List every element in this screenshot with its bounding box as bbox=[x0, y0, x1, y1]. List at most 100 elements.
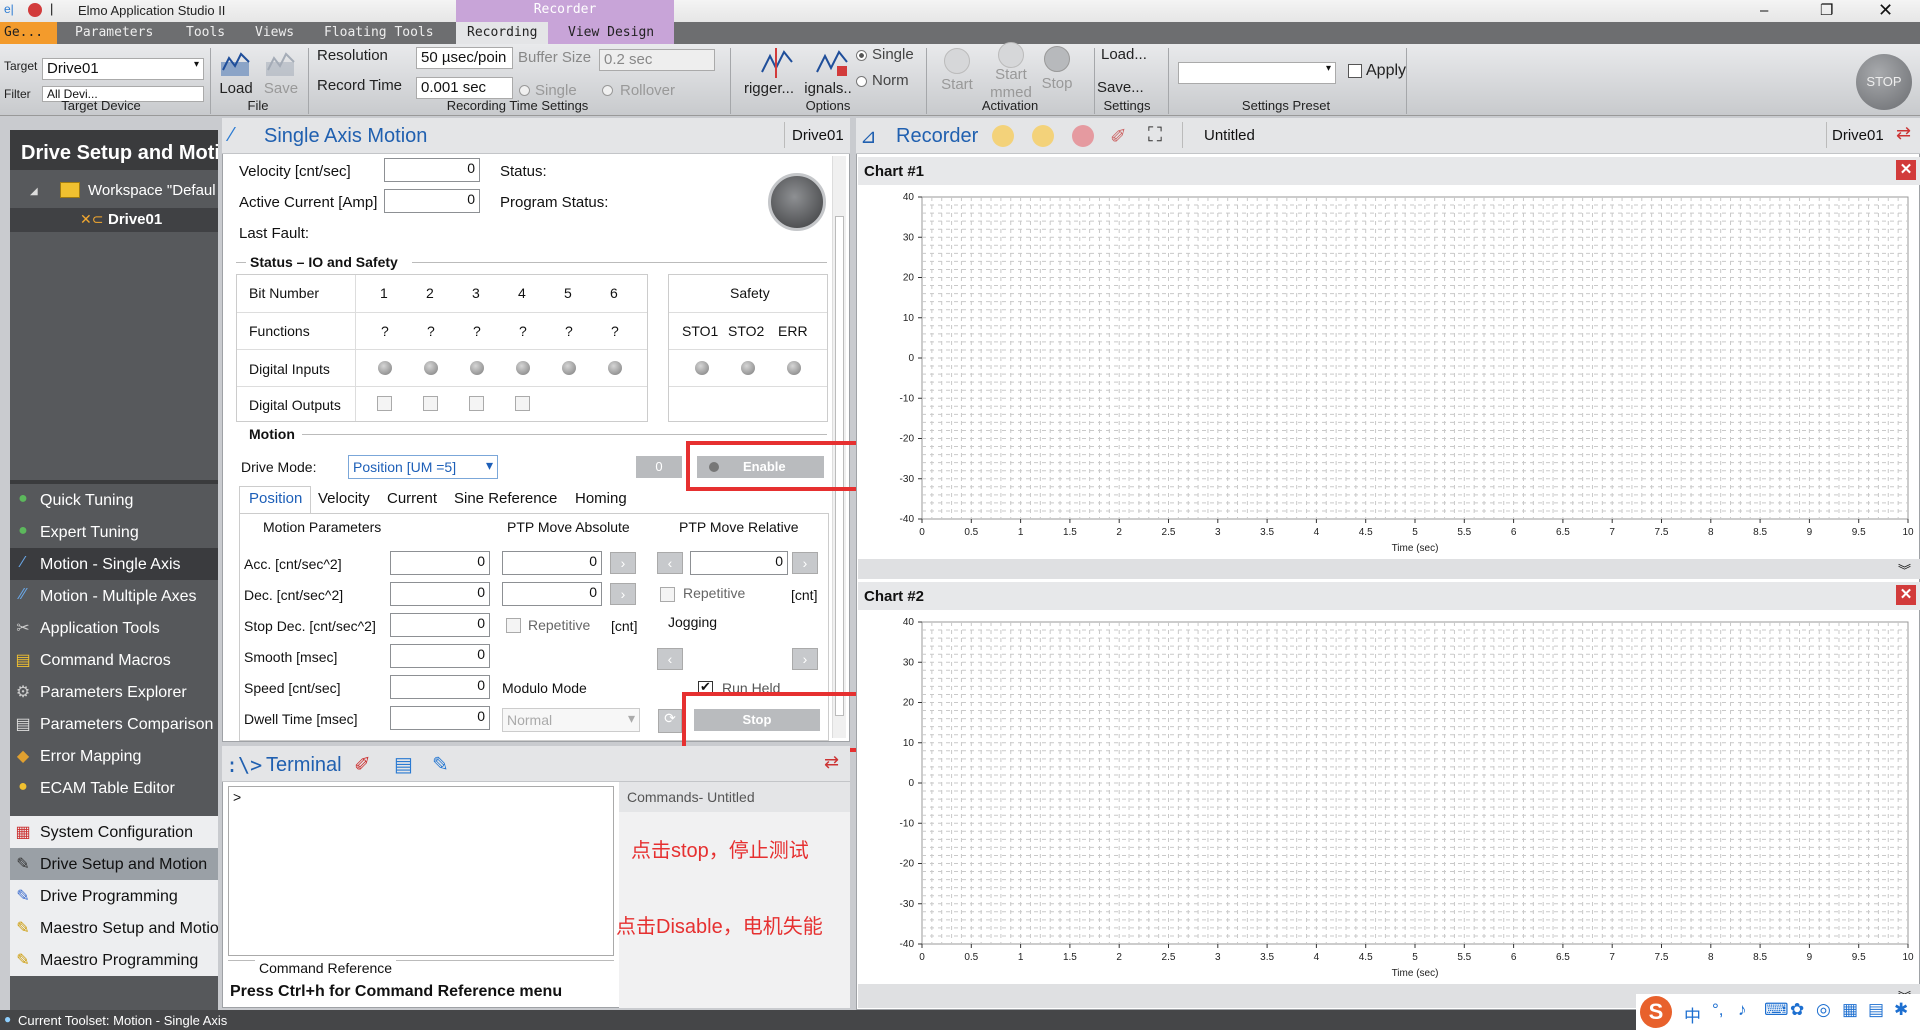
game-icon[interactable]: ◎ bbox=[1816, 1000, 1831, 1020]
tool-motion-multiple-axes[interactable]: ⁄⁄ Motion - Multiple Axes bbox=[10, 580, 218, 612]
load-icon[interactable] bbox=[219, 48, 253, 78]
option-single-radio[interactable] bbox=[856, 50, 867, 61]
save-button[interactable]: Save bbox=[260, 80, 302, 97]
keyboard-icon[interactable]: ⌨ bbox=[1764, 1000, 1789, 1020]
close-icon[interactable]: ✕ bbox=[1878, 0, 1893, 21]
nav-drive-setup-and-motion[interactable]: ✎ Drive Setup and Motion bbox=[10, 848, 218, 880]
menu-tools[interactable]: Tools bbox=[186, 25, 225, 40]
jog-forward-icon[interactable]: › bbox=[792, 648, 818, 670]
tool-application-tools[interactable]: ✂ Application Tools bbox=[10, 612, 218, 644]
digital-output-checkbox[interactable] bbox=[515, 396, 530, 411]
nav-drive-programming[interactable]: ✎ Drive Programming bbox=[10, 880, 218, 912]
tool-error-mapping[interactable]: ◆ Error Mapping bbox=[10, 740, 218, 772]
refresh-icon[interactable]: ⇄ bbox=[824, 752, 839, 773]
clear-icon[interactable]: ✐ bbox=[354, 752, 371, 777]
ptp-rel-distance[interactable]: 0 bbox=[690, 551, 788, 575]
toolbox-icon[interactable]: ▦ bbox=[1842, 1000, 1858, 1020]
stop-icon[interactable] bbox=[1072, 125, 1094, 147]
speed-input[interactable]: 0 bbox=[390, 675, 490, 699]
load-button[interactable]: Load bbox=[216, 80, 256, 97]
trigger-button[interactable]: rigger... bbox=[739, 80, 799, 97]
stop-dec-input[interactable]: 0 bbox=[390, 613, 490, 637]
workspace-node[interactable]: Workspace "Defaul bbox=[88, 182, 216, 199]
settings-load-button[interactable]: Load... bbox=[1101, 46, 1147, 63]
start-immediate-button[interactable]: Start bbox=[986, 66, 1036, 83]
sogou-ime-icon[interactable]: S bbox=[1640, 996, 1672, 1028]
tab-position[interactable]: Position bbox=[249, 490, 302, 507]
tool-command-macros[interactable]: ▤ Command Macros bbox=[10, 644, 218, 676]
tool-expert-tuning[interactable]: ● Expert Tuning bbox=[10, 516, 218, 548]
signals-button[interactable]: ignals.. bbox=[798, 80, 858, 97]
nav-maestro-setup[interactable]: ✎ Maestro Setup and Motio bbox=[10, 912, 218, 944]
menu-views[interactable]: Views bbox=[255, 25, 294, 40]
skin-icon[interactable]: ✿ bbox=[1790, 1000, 1804, 1020]
tool-motion-single-axis[interactable]: ⁄ Motion - Single Axis bbox=[10, 548, 218, 580]
collapse-icon[interactable]: ◢ bbox=[30, 186, 38, 197]
ptp-abs-go-icon[interactable]: › bbox=[610, 583, 636, 605]
single-radio[interactable] bbox=[519, 85, 530, 96]
rel-repetitive-checkbox[interactable] bbox=[660, 587, 675, 602]
tab-current[interactable]: Current bbox=[387, 490, 437, 507]
chart1-collapse-icon[interactable]: ︾ bbox=[1898, 560, 1911, 579]
tool-parameters-explorer[interactable]: ⚙ Parameters Explorer bbox=[10, 676, 218, 708]
nav-maestro-programming[interactable]: ✎ Maestro Programming bbox=[10, 944, 218, 976]
edit-icon[interactable]: ✎ bbox=[432, 752, 449, 777]
apply-button[interactable]: Apply bbox=[1366, 62, 1406, 80]
minimize-icon[interactable]: – bbox=[1760, 2, 1768, 19]
punctuation-icon[interactable]: °, bbox=[1712, 1000, 1724, 1020]
dwell-time-input[interactable]: 0 bbox=[390, 706, 490, 730]
drive-mode-select[interactable]: Position [UM =5] ▾ bbox=[348, 455, 498, 479]
play-immediate-icon[interactable] bbox=[1032, 125, 1054, 147]
tool-ecam-table-editor[interactable]: ● ECAM Table Editor bbox=[10, 772, 218, 804]
digital-output-checkbox[interactable] bbox=[423, 396, 438, 411]
script-icon[interactable]: ▤ bbox=[394, 752, 413, 777]
target-select[interactable]: Drive01 ▾ bbox=[42, 58, 204, 80]
nav-system-configuration[interactable]: ▦ System Configuration bbox=[10, 816, 218, 848]
menu-general[interactable]: Ge... bbox=[0, 22, 57, 44]
dec-input[interactable]: 0 bbox=[390, 582, 490, 606]
drive-node[interactable]: ✕⊂ Drive01 bbox=[10, 208, 218, 232]
preset-select[interactable]: ▾ bbox=[1178, 62, 1336, 84]
chart2-close-icon[interactable]: ✕ bbox=[1896, 585, 1916, 605]
abs-repetitive-checkbox[interactable] bbox=[506, 618, 521, 633]
record-time-input[interactable]: 0.001 sec bbox=[416, 77, 513, 99]
refresh-icon[interactable]: ⇄ bbox=[1896, 123, 1911, 144]
menu-parameters[interactable]: Parameters bbox=[75, 25, 153, 40]
menu-icon[interactable]: ▤ bbox=[1868, 1000, 1884, 1020]
stop-record-button[interactable]: Stop bbox=[1034, 75, 1080, 92]
settings-icon[interactable]: ✱ bbox=[1894, 1000, 1908, 1020]
ptp-rel-forward-icon[interactable]: › bbox=[792, 552, 818, 574]
tab-homing[interactable]: Homing bbox=[575, 490, 627, 507]
acc-input[interactable]: 0 bbox=[390, 551, 490, 575]
ime-mode[interactable]: 中 bbox=[1684, 1002, 1701, 1027]
menu-view-design[interactable]: View Design bbox=[548, 22, 674, 44]
play-icon[interactable] bbox=[992, 125, 1014, 147]
restore-icon[interactable]: ❐ bbox=[1820, 1, 1833, 19]
tab-sine-reference[interactable]: Sine Reference bbox=[454, 490, 557, 507]
option-norm-radio[interactable] bbox=[856, 76, 867, 87]
ptp-abs-go-icon[interactable]: › bbox=[610, 552, 636, 574]
stop-circle-button[interactable]: STOP bbox=[1856, 54, 1912, 110]
digital-output-checkbox[interactable] bbox=[469, 396, 484, 411]
clear-signals-icon[interactable]: ✐ bbox=[1110, 124, 1127, 149]
terminal-output[interactable]: > bbox=[228, 786, 614, 956]
resolution-input[interactable]: 50 µsec/poin bbox=[416, 47, 513, 69]
settings-save-button[interactable]: Save... bbox=[1097, 79, 1144, 96]
tool-quick-tuning[interactable]: ● Quick Tuning bbox=[10, 484, 218, 516]
chart1-close-icon[interactable]: ✕ bbox=[1896, 160, 1916, 180]
jog-back-icon[interactable]: ‹ bbox=[657, 648, 683, 670]
rollover-radio[interactable] bbox=[602, 85, 613, 96]
record-icon[interactable] bbox=[28, 3, 42, 17]
smooth-input[interactable]: 0 bbox=[390, 644, 490, 668]
trigger-icon[interactable] bbox=[760, 48, 794, 78]
menu-floating-tools[interactable]: Floating Tools bbox=[324, 25, 434, 40]
reset-icon[interactable]: ⟳ bbox=[658, 709, 682, 733]
signals-icon[interactable] bbox=[815, 48, 849, 78]
tool-parameters-comparison[interactable]: ▤ Parameters Comparison bbox=[10, 708, 218, 740]
ptp-rel-back-icon[interactable]: ‹ bbox=[657, 552, 683, 574]
tab-velocity[interactable]: Velocity bbox=[318, 490, 370, 507]
start-button[interactable]: Start bbox=[934, 76, 980, 93]
digital-output-checkbox[interactable] bbox=[377, 396, 392, 411]
buffer-size-input[interactable]: 0.2 sec bbox=[599, 49, 715, 71]
pin-icon[interactable]: | bbox=[50, 1, 53, 16]
